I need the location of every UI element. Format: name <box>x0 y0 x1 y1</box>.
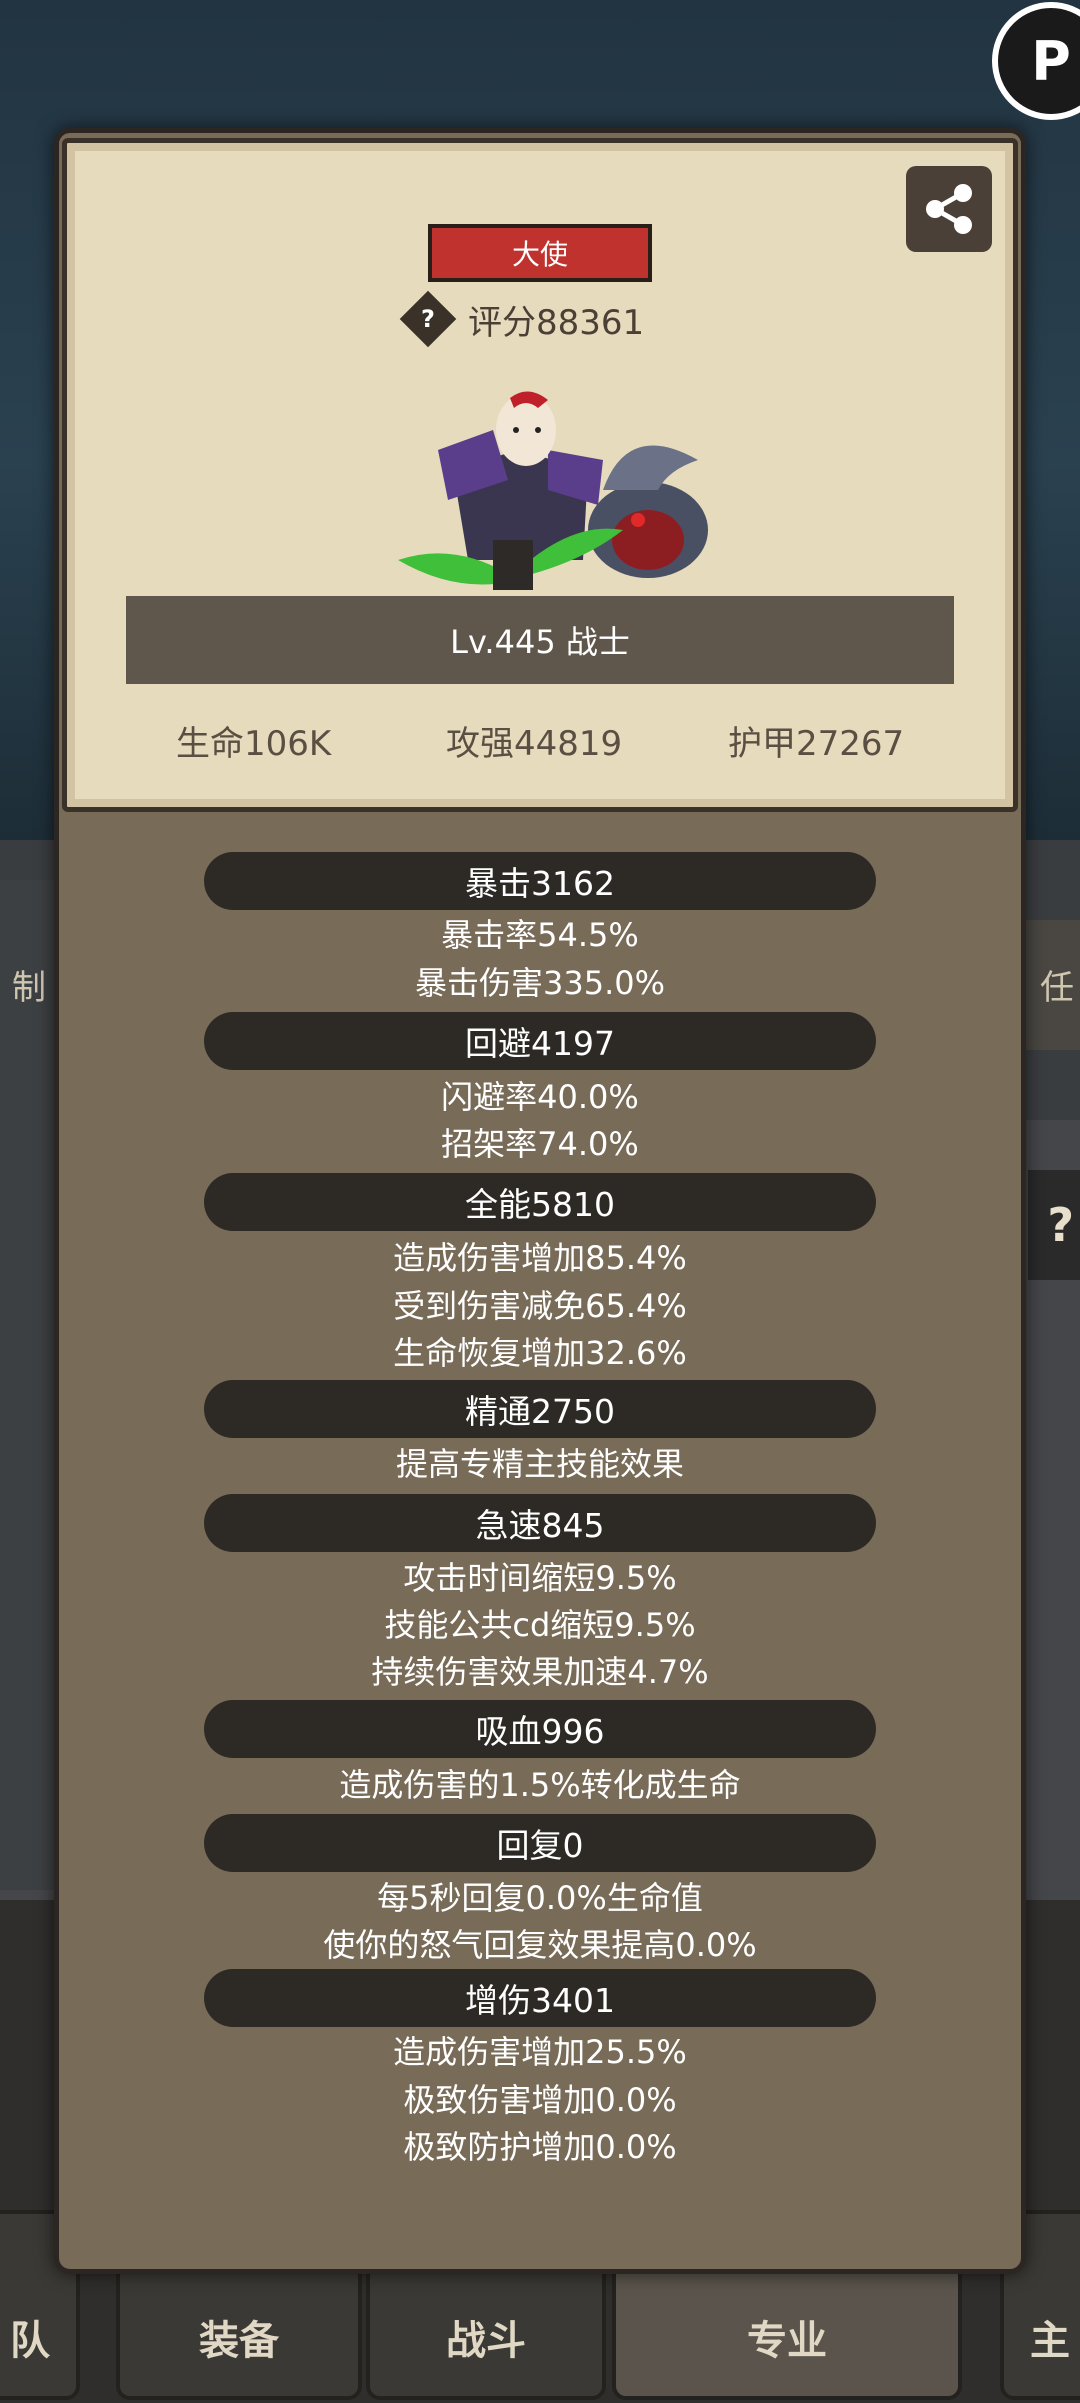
share-button[interactable] <box>906 166 992 252</box>
score-row: ? 评分88361 <box>399 290 645 348</box>
background-side <box>0 880 56 1890</box>
attr-head-recovery: 回复0 <box>204 1814 876 1872</box>
attr-head-avoid: 回避4197 <box>204 1012 876 1070</box>
attr-line: 攻击时间缩短9.5% <box>403 1559 677 1597</box>
attr-line: 闪避率40.0% <box>441 1078 639 1116</box>
attr-line: 招架率74.0% <box>441 1125 639 1163</box>
attr-line: 造成伤害的1.5%转化成生命 <box>339 1766 741 1804</box>
attr-line: 暴击率54.5% <box>441 916 639 954</box>
score-help-icon[interactable]: ? <box>399 290 457 348</box>
attr-line: 生命恢复增加32.6% <box>393 1334 687 1372</box>
attr-line: 每5秒回复0.0%生命值 <box>377 1879 703 1917</box>
attr-line: 造成伤害增加85.4% <box>393 1239 687 1277</box>
share-icon <box>926 184 972 234</box>
stat-life: 生命106K <box>176 723 332 764</box>
attr-head-lifesteal: 吸血996 <box>204 1700 876 1758</box>
stat-armor: 护甲27267 <box>728 723 905 764</box>
background-right-label: 任 <box>1040 968 1074 1008</box>
attr-head-mastery: 精通2750 <box>204 1380 876 1438</box>
attr-line: 造成伤害增加25.5% <box>393 2033 687 2071</box>
attr-head-versatility: 全能5810 <box>204 1173 876 1231</box>
title-badge: 大使 <box>428 224 652 282</box>
attr-line: 提高专精主技能效果 <box>395 1445 684 1483</box>
help-icon[interactable]: ? <box>1028 1170 1080 1280</box>
character-portrait <box>398 391 708 590</box>
score-value: 评分88361 <box>468 302 645 343</box>
attr-line: 技能公共cd缩短9.5% <box>384 1606 696 1644</box>
attr-head-crit: 暴击3162 <box>204 852 876 910</box>
attr-line: 极致伤害增加0.0% <box>403 2081 677 2119</box>
attr-head-haste: 急速845 <box>204 1494 876 1552</box>
stat-attack: 攻强44819 <box>446 723 623 764</box>
attr-line: 暴击伤害335.0% <box>414 964 666 1002</box>
background-left-label: 制 <box>12 968 46 1008</box>
attr-line: 极致防护增加0.0% <box>403 2128 677 2166</box>
attr-line: 使你的怒气回复效果提高0.0% <box>323 1926 757 1964</box>
attr-line: 受到伤害减免65.4% <box>393 1287 687 1325</box>
level-class-bar: Lv.445 战士 <box>126 596 954 684</box>
attr-line: 持续伤害效果加速4.7% <box>371 1653 709 1691</box>
attr-head-damage-bonus: 增伤3401 <box>204 1969 876 2027</box>
